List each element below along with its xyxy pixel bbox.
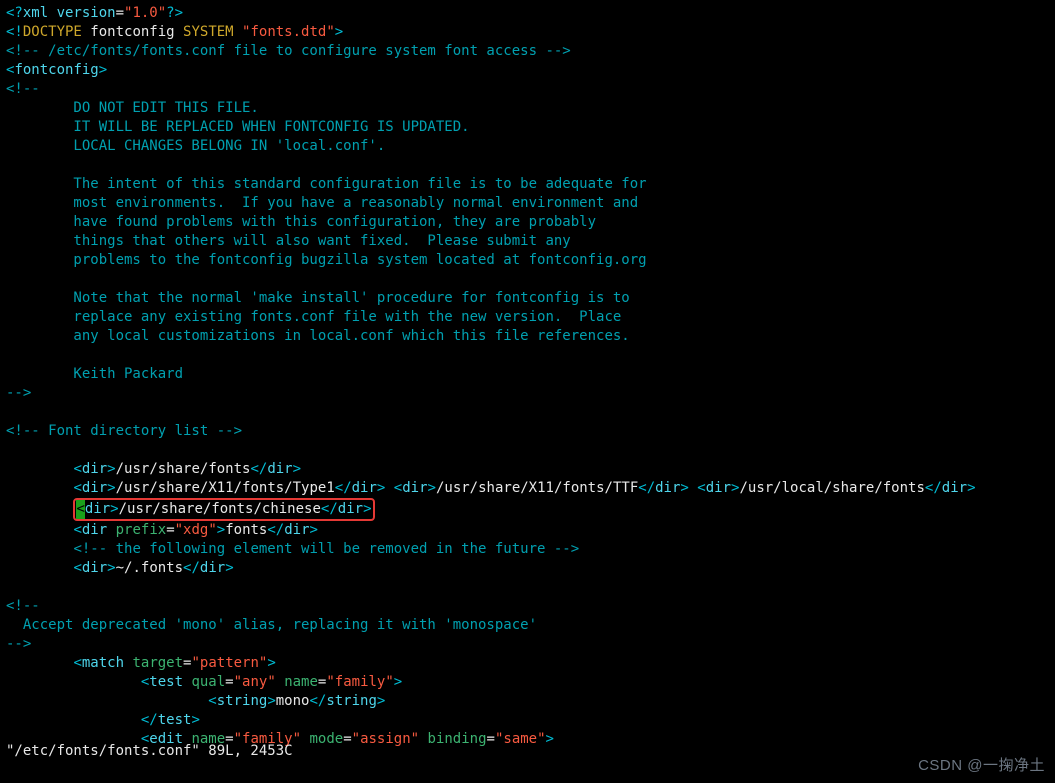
- comment-fontdir: <!-- Font directory list -->: [6, 423, 242, 439]
- watermark: CSDN @一掬净土: [918, 756, 1045, 775]
- cursor: <: [76, 500, 84, 519]
- highlighted-dir-line: <dir>/usr/share/fonts/chinese</dir>: [73, 498, 374, 521]
- editor-content[interactable]: <?xml version="1.0"?> <!DOCTYPE fontconf…: [0, 0, 1055, 749]
- vim-statusline: "/etc/fonts/fonts.conf" 89L, 2453C: [6, 742, 293, 761]
- xml-decl-open: <?: [6, 5, 23, 21]
- comment-line: <!-- /etc/fonts/fonts.conf file to confi…: [6, 43, 571, 59]
